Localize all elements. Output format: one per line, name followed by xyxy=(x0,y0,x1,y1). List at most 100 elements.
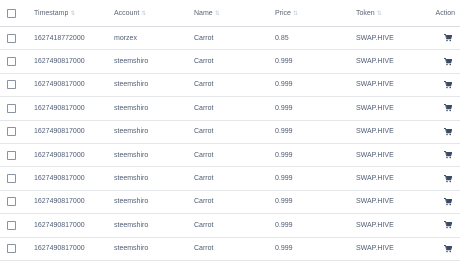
row-select-cell xyxy=(0,237,26,261)
select-all-checkbox[interactable] xyxy=(7,8,16,18)
token-cell: SWAP.HIVE xyxy=(348,96,429,121)
token-cell: SWAP.HIVE xyxy=(348,237,429,261)
column-header-timestamp[interactable]: Timestamp ⇅ xyxy=(26,0,106,27)
shopping-cart-icon[interactable] xyxy=(444,81,452,89)
account-cell: steemshiro xyxy=(106,120,186,144)
shopping-cart-icon[interactable] xyxy=(444,104,452,112)
row-checkbox[interactable] xyxy=(7,127,16,137)
token-cell: SWAP.HIVE xyxy=(348,143,429,168)
action-cell xyxy=(429,143,460,168)
row-select-cell xyxy=(0,166,26,191)
row-checkbox[interactable] xyxy=(7,33,16,43)
shopping-cart-icon[interactable] xyxy=(444,221,452,229)
column-header-name[interactable]: Name ⇅ xyxy=(186,0,267,27)
timestamp-cell: 1627490817000 xyxy=(26,120,106,144)
timestamp-cell: 1627490817000 xyxy=(26,237,106,261)
name-cell: Carrot xyxy=(186,120,267,144)
shopping-cart-icon[interactable] xyxy=(444,174,452,182)
column-header-price[interactable]: Price ⇅ xyxy=(267,0,348,27)
row-select-cell xyxy=(0,120,26,144)
price-cell: 0.999 xyxy=(267,49,348,74)
sort-arrows-icon[interactable]: ⇅ xyxy=(293,11,298,17)
name-cell: Carrot xyxy=(186,213,267,238)
price-cell: 0.999 xyxy=(267,143,348,168)
table-header-row: Timestamp ⇅ Account ⇅ Name ⇅ Price ⇅ Token ⇅ … xyxy=(0,0,460,27)
action-cell xyxy=(429,73,460,98)
account-header-label: Account xyxy=(114,9,140,17)
token-cell: SWAP.HIVE xyxy=(348,213,429,238)
row-checkbox[interactable] xyxy=(7,80,16,90)
row-select-cell xyxy=(0,213,26,238)
name-cell: Carrot xyxy=(186,96,267,121)
account-cell: steemshiro xyxy=(106,143,186,168)
action-cell xyxy=(429,237,460,261)
name-cell: Carrot xyxy=(186,166,267,191)
shopping-cart-icon[interactable] xyxy=(444,151,452,159)
row-checkbox[interactable] xyxy=(7,103,16,113)
table-row: 1627490817000 steemshiro Carrot 0.999 SWAP.H… xyxy=(0,120,460,144)
token-cell: SWAP.HIVE xyxy=(348,49,429,74)
price-cell: 0.999 xyxy=(267,166,348,191)
sort-arrows-icon[interactable]: ⇅ xyxy=(377,11,382,17)
timestamp-cell: 1627490817000 xyxy=(26,96,106,121)
column-header-account[interactable]: Account ⇅ xyxy=(106,0,186,27)
account-cell: morzex xyxy=(106,26,186,51)
shopping-cart-icon[interactable] xyxy=(444,34,452,42)
shopping-cart-icon[interactable] xyxy=(444,57,452,65)
timestamp-cell: 1627490817000 xyxy=(26,213,106,238)
shopping-cart-icon[interactable] xyxy=(444,197,452,206)
action-cell xyxy=(429,120,460,144)
column-header-action: Action xyxy=(429,0,460,27)
account-cell: steemshiro xyxy=(106,166,186,191)
market-table: Timestamp ⇅ Account ⇅ Name ⇅ Price ⇅ Token ⇅ … xyxy=(0,0,460,261)
row-checkbox[interactable] xyxy=(7,150,16,160)
account-cell: steemshiro xyxy=(106,73,186,98)
row-select-cell xyxy=(0,49,26,74)
column-header-token[interactable]: Token ⇅ xyxy=(348,0,429,27)
action-cell xyxy=(429,213,460,238)
row-select-cell xyxy=(0,143,26,168)
token-cell: SWAP.HIVE xyxy=(348,120,429,144)
row-select-cell xyxy=(0,96,26,121)
row-select-cell xyxy=(0,190,26,215)
table-row: 1627490817000 steemshiro Carrot 0.999 SWAP.H… xyxy=(0,190,460,215)
token-cell: SWAP.HIVE xyxy=(348,73,429,98)
table-row: 1627490817000 steemshiro Carrot 0.999 SWAP.H… xyxy=(0,166,460,191)
row-checkbox[interactable] xyxy=(7,174,16,184)
timestamp-cell: 1627490817000 xyxy=(26,166,106,191)
sort-arrows-icon[interactable]: ⇅ xyxy=(215,11,220,17)
sort-arrows-icon[interactable]: ⇅ xyxy=(141,11,146,17)
price-cell: 0.999 xyxy=(267,120,348,144)
account-cell: steemshiro xyxy=(106,190,186,215)
account-cell: steemshiro xyxy=(106,237,186,261)
name-cell: Carrot xyxy=(186,26,267,51)
action-cell xyxy=(429,26,460,51)
sort-arrows-icon[interactable]: ⇅ xyxy=(70,11,75,17)
row-checkbox[interactable] xyxy=(7,197,16,207)
table-row: 1627418772000 morzex Carrot 0.85 SWAP.HIVE xyxy=(0,26,460,51)
account-cell: steemshiro xyxy=(106,49,186,74)
token-cell: SWAP.HIVE xyxy=(348,26,429,51)
price-cell: 0.999 xyxy=(267,96,348,121)
token-header-label: Token xyxy=(356,9,375,17)
account-cell: steemshiro xyxy=(106,213,186,238)
row-checkbox[interactable] xyxy=(7,220,16,230)
table-row: 1627490817000 steemshiro Carrot 0.999 SWAP.H… xyxy=(0,237,460,261)
price-cell: 0.999 xyxy=(267,213,348,238)
table-row: 1627490817000 steemshiro Carrot 0.999 SWAP.H… xyxy=(0,73,460,98)
account-cell: steemshiro xyxy=(106,96,186,121)
action-cell xyxy=(429,166,460,191)
row-select-cell xyxy=(0,73,26,98)
shopping-cart-icon[interactable] xyxy=(444,244,452,253)
name-cell: Carrot xyxy=(186,73,267,98)
row-checkbox[interactable] xyxy=(7,57,16,67)
action-cell xyxy=(429,96,460,121)
name-cell: Carrot xyxy=(186,143,267,168)
timestamp-cell: 1627490817000 xyxy=(26,190,106,215)
name-cell: Carrot xyxy=(186,49,267,74)
token-cell: SWAP.HIVE xyxy=(348,166,429,191)
shopping-cart-icon[interactable] xyxy=(444,127,452,136)
row-select-cell xyxy=(0,26,26,51)
table-row: 1627490817000 steemshiro Carrot 0.999 SWAP.H… xyxy=(0,96,460,121)
name-cell: Carrot xyxy=(186,190,267,215)
